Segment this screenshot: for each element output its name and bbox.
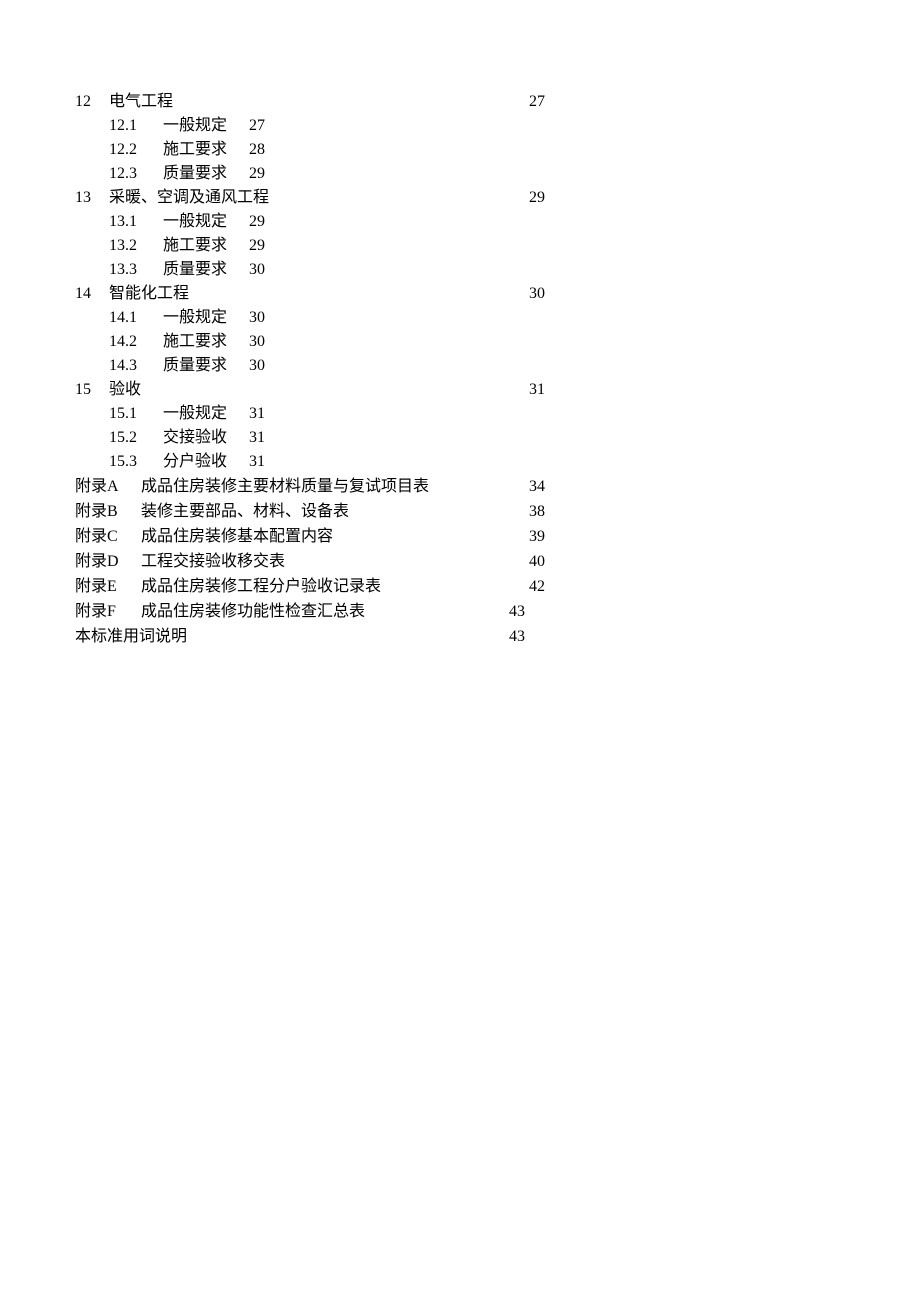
appendix-page: 39 xyxy=(529,524,545,549)
sub-number: 14.1 xyxy=(109,306,163,330)
sub-title: 一般规定 xyxy=(163,210,249,234)
appendix-title: 成品住房装修功能性检查汇总表 xyxy=(141,599,365,624)
sub-title: 一般规定 xyxy=(163,306,249,330)
toc-sub-row: 12.3 质量要求 29 xyxy=(75,162,545,186)
appendix-label: 附录F xyxy=(75,599,141,624)
appendix-page: 42 xyxy=(529,574,545,599)
sub-title: 质量要求 xyxy=(163,354,249,378)
sub-number: 15.3 xyxy=(109,450,163,474)
sub-page: 31 xyxy=(249,426,265,450)
sub-title: 施工要求 xyxy=(163,234,249,258)
toc-sub-row: 14.3 质量要求 30 xyxy=(75,354,545,378)
sub-number: 12.2 xyxy=(109,138,163,162)
appendix-label: 附录B xyxy=(75,499,141,524)
chapter-page: 27 xyxy=(529,90,545,114)
chapter-title: 电气工程 xyxy=(109,90,173,114)
toc-appendix-row: 附录C 成品住房装修基本配置内容 39 xyxy=(75,524,545,549)
toc-sub-row: 14.2 施工要求 30 xyxy=(75,330,545,354)
appendix-label: 附录E xyxy=(75,574,141,599)
sub-number: 13.1 xyxy=(109,210,163,234)
sub-title: 一般规定 xyxy=(163,402,249,426)
toc-sub-row: 13.3 质量要求 30 xyxy=(75,258,545,282)
sub-page: 29 xyxy=(249,210,265,234)
chapter-title: 验收 xyxy=(109,378,141,402)
sub-page: 29 xyxy=(249,234,265,258)
table-of-contents: 12 电气工程 27 12.1 一般规定 27 12.2 施工要求 28 12.… xyxy=(75,90,545,649)
toc-sub-row: 15.1 一般规定 31 xyxy=(75,402,545,426)
appendix-title: 成品住房装修基本配置内容 xyxy=(141,524,333,549)
appendix-title: 成品住房装修主要材料质量与复试项目表 xyxy=(141,474,429,499)
sub-number: 12.1 xyxy=(109,114,163,138)
sub-page: 31 xyxy=(249,402,265,426)
footer-title: 本标准用词说明 xyxy=(75,624,187,649)
chapter-page: 31 xyxy=(529,378,545,402)
sub-page: 31 xyxy=(249,450,265,474)
sub-page: 29 xyxy=(249,162,265,186)
toc-appendix-row: 附录A 成品住房装修主要材料质量与复试项目表 34 xyxy=(75,474,545,499)
toc-sub-row: 13.1 一般规定 29 xyxy=(75,210,545,234)
chapter-number: 13 xyxy=(75,186,109,210)
appendix-page: 38 xyxy=(529,499,545,524)
sub-number: 14.2 xyxy=(109,330,163,354)
toc-chapter-row: 12 电气工程 27 xyxy=(75,90,545,114)
appendix-label: 附录A xyxy=(75,474,141,499)
appendix-page: 40 xyxy=(529,549,545,574)
sub-title: 交接验收 xyxy=(163,426,249,450)
sub-title: 施工要求 xyxy=(163,330,249,354)
appendix-label: 附录C xyxy=(75,524,141,549)
sub-title: 分户验收 xyxy=(163,450,249,474)
sub-number: 12.3 xyxy=(109,162,163,186)
sub-title: 一般规定 xyxy=(163,114,249,138)
toc-sub-row: 12.2 施工要求 28 xyxy=(75,138,545,162)
sub-number: 13.2 xyxy=(109,234,163,258)
toc-sub-row: 12.1 一般规定 27 xyxy=(75,114,545,138)
chapter-page: 30 xyxy=(529,282,545,306)
sub-number: 14.3 xyxy=(109,354,163,378)
toc-sub-row: 13.2 施工要求 29 xyxy=(75,234,545,258)
chapter-number: 14 xyxy=(75,282,109,306)
chapter-title: 采暖、空调及通风工程 xyxy=(109,186,269,210)
sub-page: 30 xyxy=(249,258,265,282)
sub-number: 15.2 xyxy=(109,426,163,450)
toc-chapter-row: 13 采暖、空调及通风工程 29 xyxy=(75,186,545,210)
appendix-page: 43 xyxy=(509,599,525,624)
toc-chapter-row: 14 智能化工程 30 xyxy=(75,282,545,306)
sub-number: 13.3 xyxy=(109,258,163,282)
toc-sub-row: 14.1 一般规定 30 xyxy=(75,306,545,330)
sub-title: 质量要求 xyxy=(163,162,249,186)
toc-appendix-row: 附录B 装修主要部品、材料、设备表 38 xyxy=(75,499,545,524)
sub-page: 28 xyxy=(249,138,265,162)
sub-number: 15.1 xyxy=(109,402,163,426)
toc-appendix-row: 附录D 工程交接验收移交表 40 xyxy=(75,549,545,574)
toc-appendix-row: 附录E 成品住房装修工程分户验收记录表 42 xyxy=(75,574,545,599)
sub-page: 27 xyxy=(249,114,265,138)
sub-page: 30 xyxy=(249,354,265,378)
chapter-title: 智能化工程 xyxy=(109,282,189,306)
sub-title: 施工要求 xyxy=(163,138,249,162)
chapter-page: 29 xyxy=(529,186,545,210)
toc-chapter-row: 15 验收 31 xyxy=(75,378,545,402)
appendix-title: 工程交接验收移交表 xyxy=(141,549,285,574)
toc-footer-row: 本标准用词说明 43 xyxy=(75,624,525,649)
toc-sub-row: 15.2 交接验收 31 xyxy=(75,426,545,450)
appendix-page: 34 xyxy=(529,474,545,499)
sub-page: 30 xyxy=(249,306,265,330)
toc-sub-row: 15.3 分户验收 31 xyxy=(75,450,545,474)
sub-title: 质量要求 xyxy=(163,258,249,282)
chapter-number: 15 xyxy=(75,378,109,402)
chapter-number: 12 xyxy=(75,90,109,114)
appendix-label: 附录D xyxy=(75,549,141,574)
toc-appendix-row: 附录F 成品住房装修功能性检查汇总表 43 xyxy=(75,599,525,624)
appendix-title: 成品住房装修工程分户验收记录表 xyxy=(141,574,381,599)
sub-page: 30 xyxy=(249,330,265,354)
appendix-title: 装修主要部品、材料、设备表 xyxy=(141,499,349,524)
footer-page: 43 xyxy=(509,624,525,649)
